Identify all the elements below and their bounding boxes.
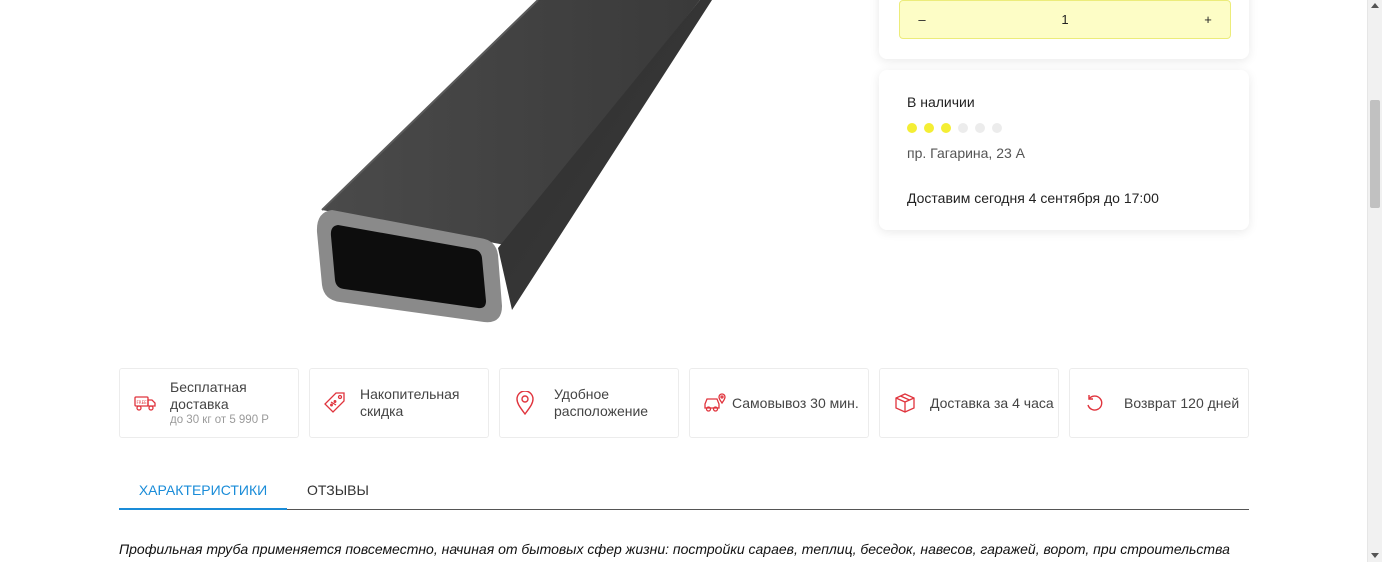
quantity-input[interactable]: 1	[930, 12, 1200, 27]
stock-dot-filled	[907, 123, 917, 133]
scrollbar-thumb[interactable]	[1370, 100, 1380, 208]
stock-dot-filled	[941, 123, 951, 133]
stock-level-indicator	[907, 123, 1002, 133]
feature-pickup[interactable]: Самовывоз 30 мин.	[689, 368, 869, 438]
feature-label: Удобное расположение	[554, 386, 649, 419]
stock-dot-filled	[924, 123, 934, 133]
feature-label: Накопительная скидка	[360, 386, 460, 419]
feature-label: Бесплатная доставка	[170, 379, 247, 412]
tab-characteristics[interactable]: Характеристики	[119, 470, 287, 510]
features-row: FREE Бесплатная доставка до 30 кг от 5 9…	[119, 368, 1249, 438]
feature-label: Возврат 120 дней	[1124, 394, 1240, 411]
increase-quantity-button[interactable]: +	[1200, 12, 1216, 27]
product-description: Профильная труба применяется повсеместно…	[119, 541, 1230, 557]
quantity-card: – 1 +	[879, 0, 1249, 59]
stock-card: В наличии пр. Гагарина, 23 А Доставим се…	[879, 70, 1249, 230]
svg-text:FREE: FREE	[137, 400, 148, 405]
truck-free-icon: FREE	[132, 390, 158, 416]
feature-label: Самовывоз 30 мин.	[732, 394, 859, 411]
quantity-stepper: – 1 +	[899, 0, 1231, 39]
stock-status: В наличии	[907, 94, 975, 110]
decrease-quantity-button[interactable]: –	[914, 12, 930, 27]
car-pickup-icon	[702, 390, 728, 416]
feature-free-delivery[interactable]: FREE Бесплатная доставка до 30 кг от 5 9…	[119, 368, 299, 438]
page-scrollbar[interactable]	[1367, 0, 1382, 562]
scroll-up-arrow-icon[interactable]	[1371, 3, 1379, 8]
return-arrow-icon	[1082, 390, 1108, 416]
stock-dot-empty	[975, 123, 985, 133]
discount-tag-icon	[322, 390, 348, 416]
store-address[interactable]: пр. Гагарина, 23 А	[907, 145, 1025, 161]
location-pin-icon	[512, 390, 538, 416]
stock-dot-empty	[958, 123, 968, 133]
feature-label: Доставка за 4 часа	[930, 394, 1054, 411]
product-image	[280, 0, 840, 340]
feature-fast-delivery[interactable]: Доставка за 4 часа	[879, 368, 1059, 438]
product-tabs: Характеристики Отзывы	[119, 470, 1249, 510]
feature-sublabel: до 30 кг от 5 990 Р	[170, 414, 269, 426]
box-icon	[892, 390, 918, 416]
feature-location[interactable]: Удобное расположение	[499, 368, 679, 438]
scroll-down-arrow-icon[interactable]	[1371, 553, 1379, 558]
delivery-estimate: Доставим сегодня 4 сентября до 17:00	[907, 190, 1159, 206]
feature-discount[interactable]: Накопительная скидка	[309, 368, 489, 438]
tab-reviews[interactable]: Отзывы	[307, 470, 369, 510]
stock-dot-empty	[992, 123, 1002, 133]
feature-return[interactable]: Возврат 120 дней	[1069, 368, 1249, 438]
